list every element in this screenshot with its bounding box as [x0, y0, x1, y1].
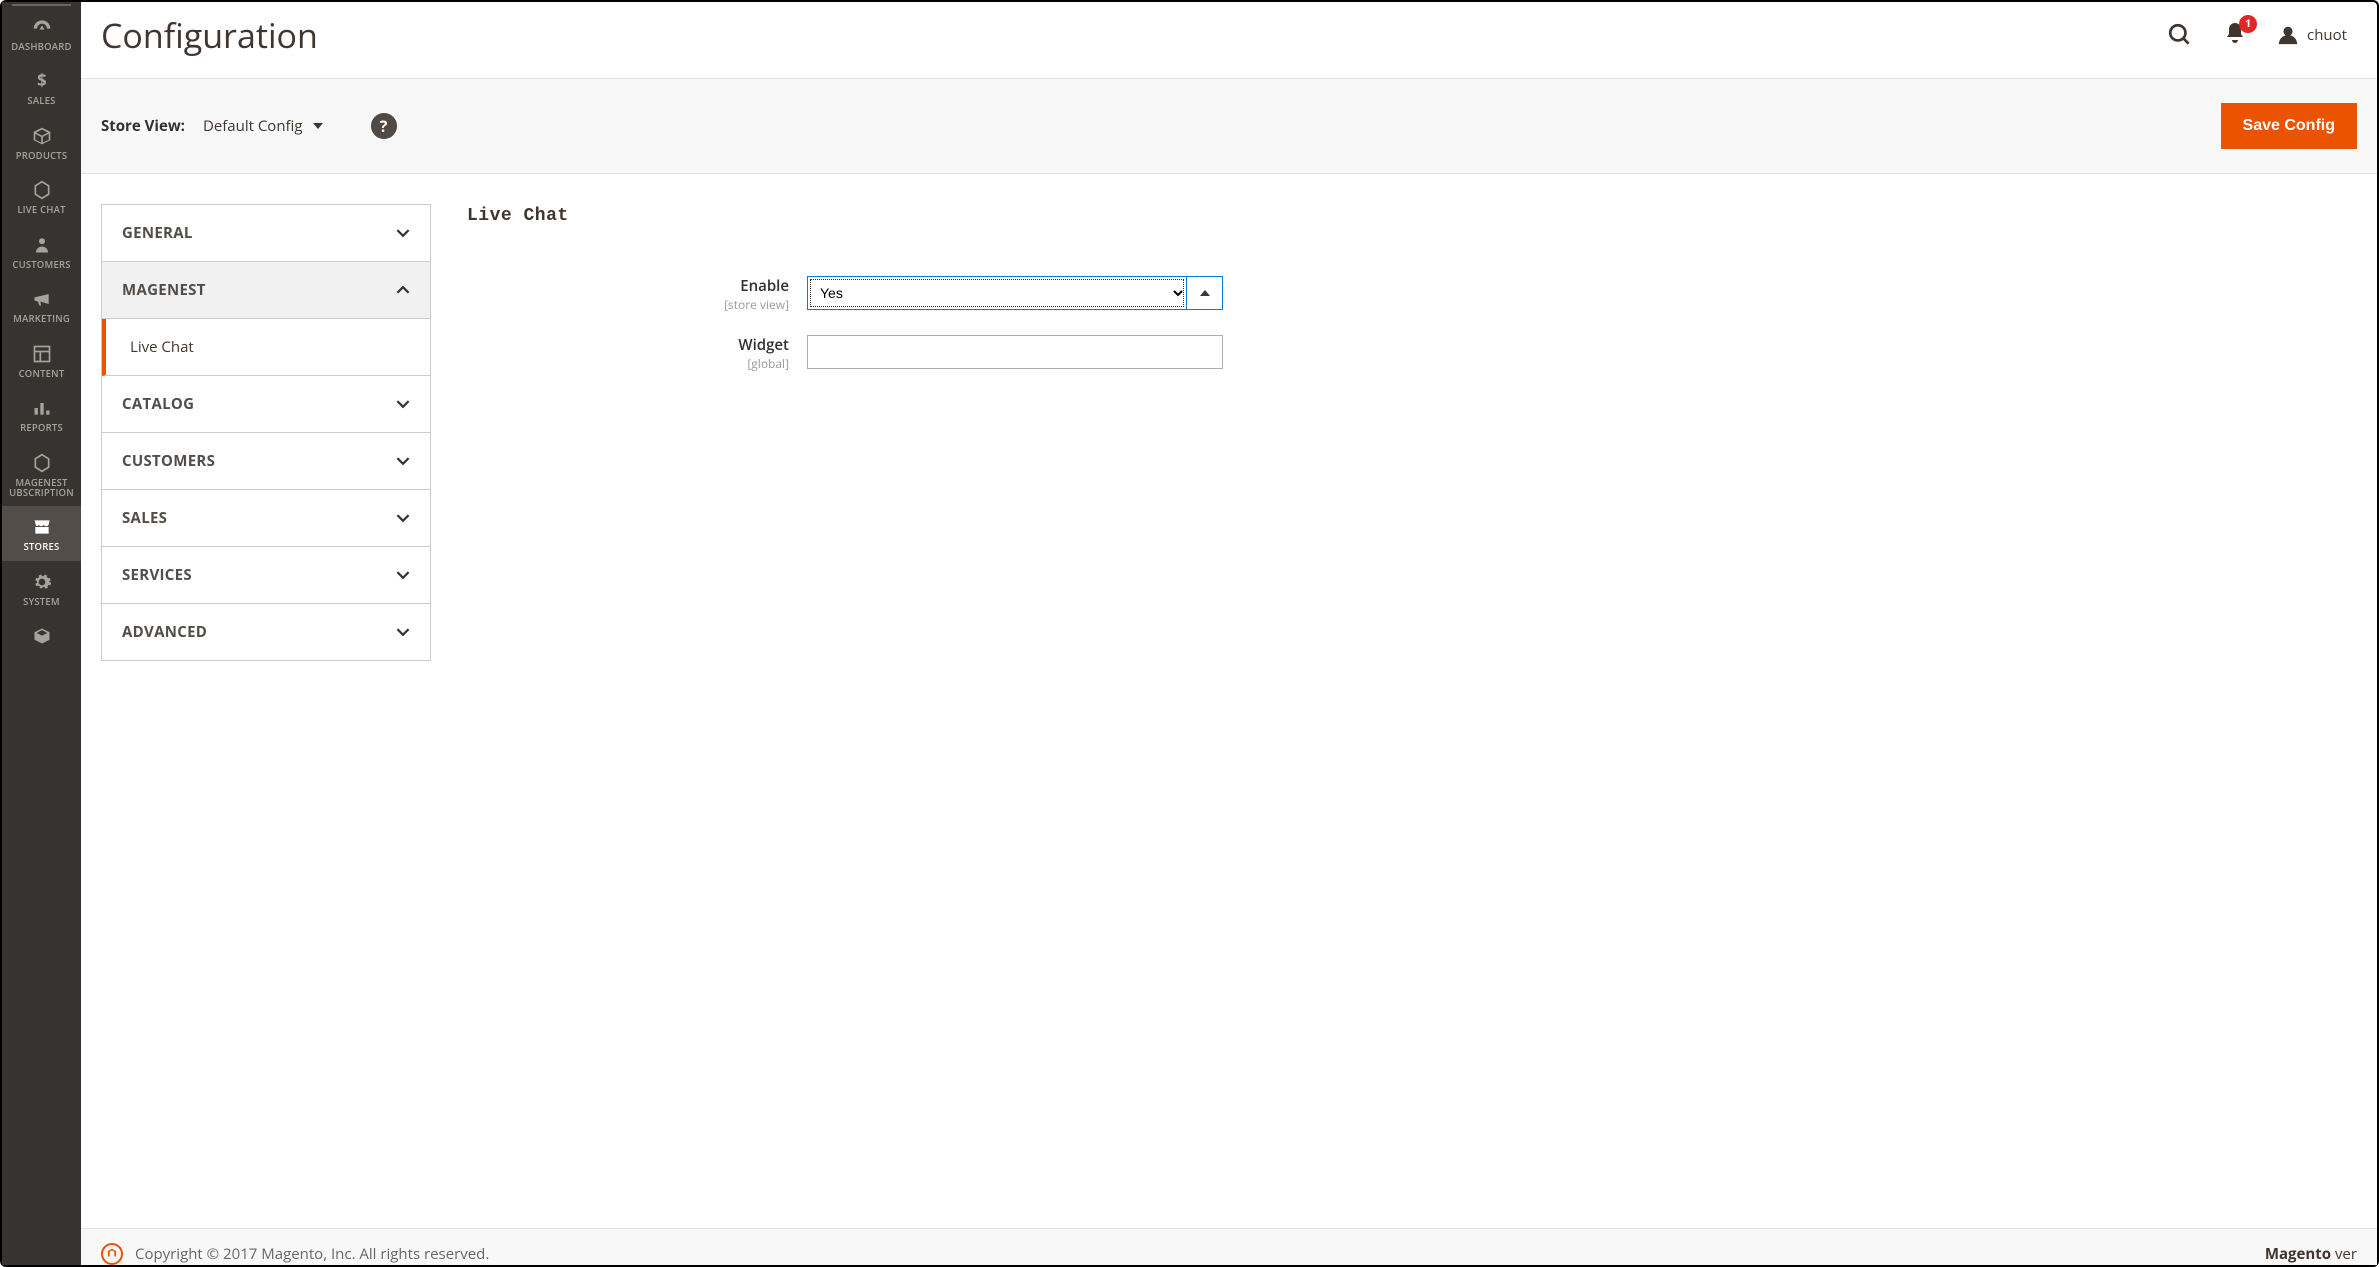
username: chuot: [2307, 25, 2347, 45]
scope-bar: Store View: Default Config ? Save Config: [81, 78, 2377, 174]
layout-icon: [30, 343, 54, 365]
nav-label: CONTENT: [19, 369, 65, 379]
scope-value: Default Config: [203, 116, 303, 136]
svg-text:$: $: [37, 71, 47, 91]
nav-label: REPORTS: [20, 423, 63, 433]
tab-label: CUSTOMERS: [122, 451, 215, 471]
field-scope: [global]: [467, 355, 789, 372]
version-text: Magento ver: [2265, 1244, 2357, 1264]
tab-magenest[interactable]: MAGENEST: [102, 262, 430, 319]
nav-magenest-subscription[interactable]: MAGENEST UBSCRIPTION: [2, 442, 81, 507]
chevron-down-icon: [396, 226, 410, 240]
chevron-down-icon: [396, 568, 410, 582]
section-title: Live Chat: [467, 206, 2357, 226]
nav-label: PRODUCTS: [16, 151, 68, 161]
nav-marketing[interactable]: MARKETING: [2, 278, 81, 332]
nav-dashboard[interactable]: DASHBOARD: [2, 6, 81, 60]
form-area: Live Chat Enable [store view] Yes: [467, 204, 2357, 394]
nav-label: MARKETING: [13, 314, 70, 324]
enable-select[interactable]: Yes: [807, 276, 1187, 310]
admin-sidebar: DASHBOARD $ SALES PRODUCTS LIVE CHAT CUS…: [2, 2, 81, 1265]
nav-content[interactable]: CONTENT: [2, 333, 81, 387]
nav-extensions[interactable]: [2, 615, 81, 659]
field-widget: Widget [global]: [467, 335, 2357, 372]
search-icon[interactable]: [2167, 22, 2193, 48]
nav-label: CUSTOMERS: [12, 260, 70, 270]
tab-label: SERVICES: [122, 565, 192, 585]
subtab-live-chat[interactable]: Live Chat: [102, 319, 430, 376]
page-header: Configuration 1 chuot: [81, 2, 2377, 78]
config-tabs: GENERAL MAGENEST Live Chat CATALOG CUSTO…: [101, 204, 431, 661]
magento-logo-icon: [101, 1243, 123, 1265]
footer: Copyright © 2017 Magento, Inc. All right…: [81, 1228, 2377, 1265]
chevron-down-icon: [396, 511, 410, 525]
notification-badge: 1: [2239, 15, 2257, 33]
field-enable: Enable [store view] Yes: [467, 276, 2357, 313]
nav-label: STORES: [24, 542, 60, 552]
chevron-down-icon: [396, 454, 410, 468]
gauge-icon: [30, 16, 54, 38]
nav-label: SALES: [27, 96, 55, 106]
chevron-down-icon: [396, 625, 410, 639]
caret-down-icon: [313, 123, 323, 129]
tab-label: SALES: [122, 508, 167, 528]
box-icon: [30, 125, 54, 147]
nav-products[interactable]: PRODUCTS: [2, 115, 81, 169]
page-title: Configuration: [101, 12, 2167, 58]
nav-customers[interactable]: CUSTOMERS: [2, 224, 81, 278]
content-area: GENERAL MAGENEST Live Chat CATALOG CUSTO…: [81, 174, 2377, 1228]
widget-input[interactable]: [807, 335, 1223, 369]
caret-up-icon: [1200, 290, 1210, 296]
bar-chart-icon: [30, 397, 54, 419]
store-icon: [30, 516, 54, 538]
copyright-text: Copyright © 2017 Magento, Inc. All right…: [135, 1244, 489, 1264]
gear-icon: [30, 571, 54, 593]
restore-default-button[interactable]: [1187, 276, 1223, 310]
tab-customers[interactable]: CUSTOMERS: [102, 433, 430, 490]
tab-label: GENERAL: [122, 223, 193, 243]
puzzle-icon: [30, 625, 54, 647]
field-scope: [store view]: [467, 296, 789, 313]
field-label: Enable: [467, 276, 789, 296]
nav-label: SYSTEM: [23, 597, 60, 607]
dollar-icon: $: [30, 70, 54, 92]
chevron-down-icon: [396, 397, 410, 411]
tab-advanced[interactable]: ADVANCED: [102, 604, 430, 661]
person-icon: [30, 234, 54, 256]
nav-livechat[interactable]: LIVE CHAT: [2, 169, 81, 223]
scope-label: Store View:: [101, 116, 185, 136]
field-label: Widget: [467, 335, 789, 355]
hexagon-icon: [30, 179, 54, 201]
tab-label: CATALOG: [122, 394, 194, 414]
tab-sales[interactable]: SALES: [102, 490, 430, 547]
main-area: Configuration 1 chuot Store View: Defaul…: [81, 2, 2377, 1265]
tab-label: ADVANCED: [122, 622, 207, 642]
nav-label: LIVE CHAT: [17, 205, 65, 215]
tab-general[interactable]: GENERAL: [102, 205, 430, 262]
chevron-up-icon: [396, 283, 410, 297]
notifications-button[interactable]: 1: [2223, 21, 2247, 50]
nav-reports[interactable]: REPORTS: [2, 387, 81, 441]
tab-services[interactable]: SERVICES: [102, 547, 430, 604]
nav-stores[interactable]: STORES: [2, 506, 81, 560]
nav-label: MAGENEST UBSCRIPTION: [4, 478, 79, 499]
nav-label: DASHBOARD: [11, 42, 71, 52]
store-view-switcher[interactable]: Default Config: [203, 116, 323, 136]
nav-system[interactable]: SYSTEM: [2, 561, 81, 615]
nav-sales[interactable]: $ SALES: [2, 60, 81, 114]
save-config-button[interactable]: Save Config: [2221, 103, 2357, 149]
hexagon-icon: [30, 452, 54, 474]
header-actions: 1 chuot: [2167, 21, 2347, 50]
tab-label: MAGENEST: [122, 280, 206, 300]
megaphone-icon: [30, 288, 54, 310]
user-menu[interactable]: chuot: [2277, 24, 2347, 46]
help-icon[interactable]: ?: [371, 113, 397, 139]
tab-catalog[interactable]: CATALOG: [102, 376, 430, 433]
